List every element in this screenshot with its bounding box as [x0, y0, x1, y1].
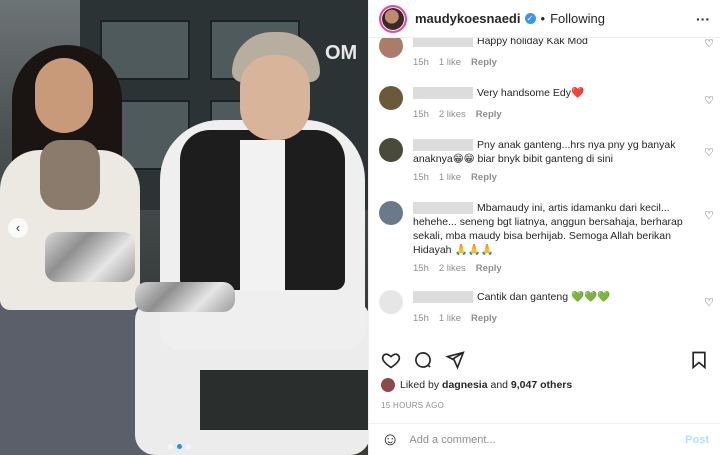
foil-wrap-right: [135, 282, 235, 312]
comment-emoji: ❤️: [570, 87, 585, 99]
avatar[interactable]: [381, 378, 395, 392]
foil-wrap-left: [45, 232, 135, 282]
heart-icon[interactable]: [381, 350, 401, 370]
share-icon[interactable]: [445, 350, 465, 370]
carousel-dot: [186, 444, 191, 449]
carousel-dot-active: [177, 444, 182, 449]
comment-time: 15h: [413, 109, 429, 120]
likes-and: and: [487, 379, 511, 391]
action-bar: [369, 345, 720, 375]
comment-likes[interactable]: 1 like: [439, 313, 461, 324]
reply-button[interactable]: Reply: [471, 57, 497, 68]
comment-time: 15h: [413, 263, 429, 274]
avatar[interactable]: [379, 290, 403, 314]
heart-icon[interactable]: ♡: [704, 38, 714, 50]
comment-username[interactable]: [413, 139, 473, 152]
add-comment-bar: ☺ Post: [369, 423, 720, 455]
previous-photo-button[interactable]: ‹: [8, 218, 28, 238]
post-button[interactable]: Post: [685, 434, 709, 446]
shop-sign: OM: [325, 42, 358, 64]
comment-username[interactable]: [413, 87, 473, 100]
heart-icon[interactable]: ♡: [704, 209, 714, 222]
comment-likes[interactable]: 2 likes: [439, 263, 466, 274]
comment-time: 15h: [413, 57, 429, 68]
likes-prefix: Liked by: [400, 379, 440, 391]
comment-icon[interactable]: [413, 350, 433, 370]
post-photo[interactable]: OM ‹: [0, 0, 368, 455]
comment-likes[interactable]: 1 like: [439, 57, 461, 68]
bookmark-icon[interactable]: [689, 350, 709, 370]
reply-button[interactable]: Reply: [471, 172, 497, 183]
comments-list[interactable]: Happy holiday Kak Mod 15h 1 like Reply ♡ V…: [369, 38, 720, 338]
carousel-dots: [168, 444, 191, 449]
comment-text: Very handsome Edy: [477, 87, 571, 99]
heart-icon[interactable]: ♡: [704, 94, 714, 107]
comment-text: Happy holiday Kak Mod: [477, 38, 588, 47]
heart-icon[interactable]: ♡: [704, 296, 714, 309]
more-icon[interactable]: ···: [696, 11, 710, 27]
avatar[interactable]: [379, 38, 403, 58]
comment-username[interactable]: [413, 38, 473, 48]
post-header: maudykoesnaedi ✓ • Following ···: [369, 0, 720, 38]
username[interactable]: maudykoesnaedi: [415, 11, 521, 26]
avatar[interactable]: [379, 86, 403, 110]
comment-likes[interactable]: 1 like: [439, 172, 461, 183]
reply-button[interactable]: Reply: [476, 109, 502, 120]
avatar[interactable]: [379, 201, 403, 225]
avatar[interactable]: [379, 138, 403, 162]
likes-count[interactable]: 9,047 others: [511, 379, 572, 391]
comment-username[interactable]: [413, 202, 473, 215]
comment-text: Cantik dan ganteng 💚💚💚: [477, 291, 611, 303]
smile-icon[interactable]: ☺: [381, 429, 399, 450]
comment-username[interactable]: [413, 291, 473, 304]
liker-username[interactable]: dagnesia: [442, 379, 488, 391]
heart-icon[interactable]: ♡: [704, 146, 714, 159]
post-side-panel: maudykoesnaedi ✓ • Following ··· Happy h…: [368, 0, 720, 455]
likes-summary: Liked by dagnesia and 9,047 others: [381, 378, 572, 392]
carousel-dot: [168, 444, 173, 449]
separator: •: [540, 11, 546, 26]
man-figure: [240, 55, 310, 140]
following-button[interactable]: Following: [550, 11, 605, 26]
comment-time: 15h: [413, 172, 429, 183]
add-comment-input[interactable]: [409, 433, 686, 446]
woman-figure: [35, 58, 93, 133]
verified-badge-icon: ✓: [524, 13, 536, 24]
comment-likes[interactable]: 2 likes: [439, 109, 466, 120]
avatar[interactable]: [379, 4, 407, 33]
post-timestamp[interactable]: 15 HOURS AGO: [381, 401, 444, 410]
reply-button[interactable]: Reply: [476, 263, 502, 274]
comment-time: 15h: [413, 313, 429, 324]
reply-button[interactable]: Reply: [471, 313, 497, 324]
